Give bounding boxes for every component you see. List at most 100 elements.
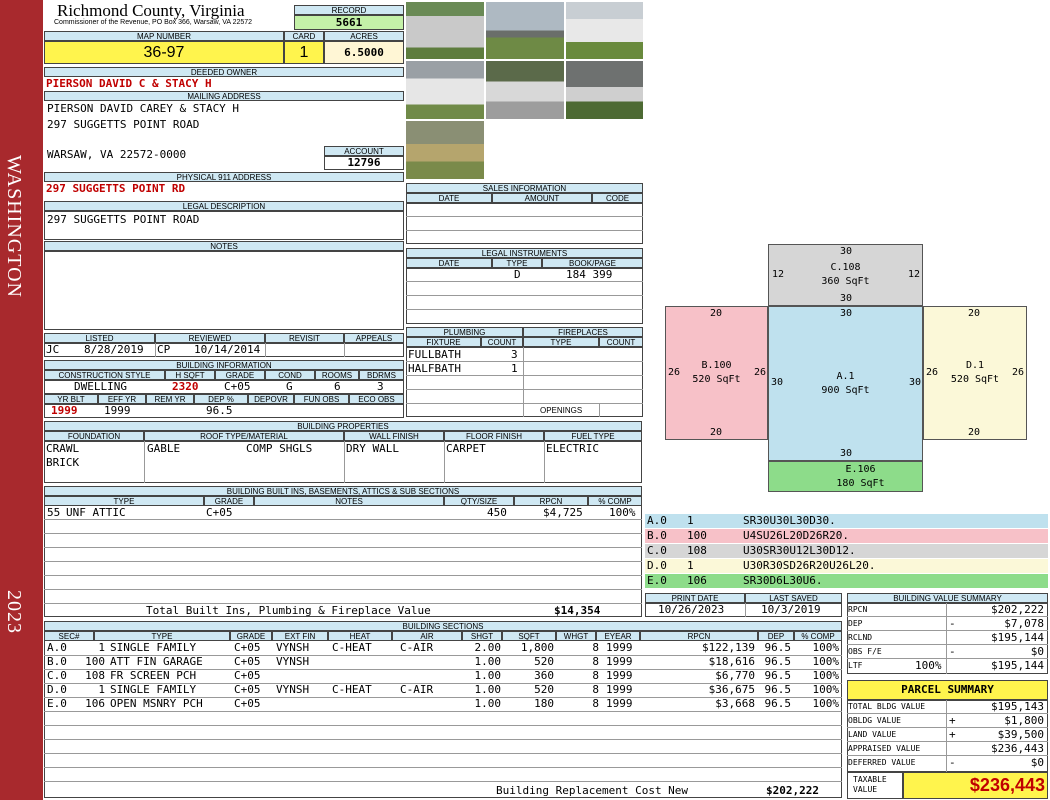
taxable-label-2: VALUE [853,785,878,794]
vector-code: 106 [687,574,707,587]
fp-type-col: TYPE [523,337,599,347]
section-heat: C-HEAT [332,641,372,654]
property-photo-4 [405,60,485,120]
sketch-e-name: E.106 [845,463,876,475]
mailing-line1: PIERSON DAVID CAREY & STACY H [47,102,240,115]
property-photo-1 [405,1,485,60]
openings-label: OPENINGS [540,406,583,415]
bi-notes-col: NOTES [254,496,444,506]
replacement-cost: $202,222 [766,784,819,797]
mailing-line3: WARSAW, VA 22572-0000 [47,148,187,161]
section-comp: 100% [812,697,840,710]
plumbing-header: PLUMBING [406,327,523,337]
value-summary-header: BUILDING VALUE SUMMARY [847,593,1048,603]
vector-string: U30SR30U12L30D12. [743,544,856,557]
plumb-count-1: 3 [511,348,518,361]
vector-row: C.0 108 U30SR30U12L30D12. [645,544,1048,558]
section-rpcn: $36,675 [708,683,755,696]
district-label: WASHINGTON [3,155,25,298]
remyr-col: REM YR [146,394,194,404]
foundation-1: CRAWL [46,442,80,455]
taxable-value: $236,443 [903,772,1048,799]
vector-row: D.0 1 U30R30SD26R20U26L20. [645,559,1048,573]
vector-section: C.0 [647,544,667,557]
reviewed-header: REVIEWED [155,333,265,343]
section-dep: 96.5 [764,641,792,654]
depovr-col: DEPOVR [248,394,294,404]
properties-header: BUILDING PROPERTIES [44,421,642,431]
vs-dep-row: DEP - $7,078 [847,617,1048,631]
section-rpcn: $18,616 [708,655,755,668]
dim-b-right: 26 [754,367,767,378]
roof-type: GABLE [147,442,181,455]
section-col-header: SQFT [502,631,556,641]
property-photo-7 [405,120,485,180]
section-dep: 96.5 [764,697,792,710]
foundation-col: FOUNDATION [44,431,144,441]
section-sec: B.0 [47,655,67,668]
listed-by: JC [46,343,60,356]
plumb-count-col: COUNT [481,337,523,347]
section-shgt: 1.00 [474,655,502,668]
reviewed-by: CP [157,343,171,356]
yrblt-value: 1999 [51,404,78,417]
instr-book: 184 399 [566,268,613,281]
acres-header: ACRES [324,31,404,41]
vector-string: U30R30SD26R20U26L20. [743,559,876,572]
style-col: CONSTRUCTION STYLE [44,370,165,380]
vector-code: 100 [687,529,707,542]
section-ext: VYNSH [276,641,310,654]
construction-style: DWELLING [74,380,127,393]
bi-grade: C+05 [206,506,233,519]
rooms-col: ROOMS [315,370,359,380]
sketch-b-area: 520 SqFt [692,374,741,385]
section-sec: C.0 [47,669,67,682]
acres-value: 6.5000 [324,41,404,64]
map-number: 36-97 [44,41,284,64]
section-whgt: 8 [592,641,599,654]
vector-row: A.0 1 SR30U30L30D30. [645,514,1048,528]
sketch-c-area: 360 SqFt [821,276,870,287]
vector-section: A.0 [647,514,667,527]
physical-header: PHYSICAL 911 ADDRESS [44,172,404,182]
sales-date-col: DATE [406,193,492,203]
bi-code: 55 [47,506,61,519]
taxable-label-box: TAXABLE VALUE [847,772,903,799]
sections-header: BUILDING SECTIONS [44,621,842,631]
sales-header: SALES INFORMATION [406,183,643,193]
section-shgt: 2.00 [474,641,502,654]
floor-col: FLOOR FINISH [444,431,544,441]
section-eyear: 1999 [606,697,633,710]
wall-col: WALL FINISH [344,431,444,441]
parcel-appraised-row: APPRAISED VALUE $236,443 [847,742,1048,756]
parcel-summary-header: PARCEL SUMMARY [847,680,1048,700]
section-heat: C-HEAT [332,683,372,696]
dim-d-right: 26 [1012,367,1025,378]
wall-finish: DRY WALL [346,442,399,455]
section-sqft: 180 [534,697,554,710]
section-comp: 100% [812,655,840,668]
property-photo-6 [565,60,644,120]
vector-row: E.0 106 SR30D6L30U6. [645,574,1048,588]
listed-header: LISTED [44,333,155,343]
dim-d-left: 26 [926,367,939,378]
section-grade: C+05 [234,697,261,710]
sketch-e-area: 180 SqFt [836,477,885,489]
section-eyear: 1999 [606,669,633,682]
vector-string: SR30D6L30U6. [743,574,823,587]
section-sqft: 520 [534,655,554,668]
property-photo-3 [565,1,644,60]
fp-count-col: COUNT [599,337,643,347]
section-sqft: 1,800 [520,641,554,654]
dep-col: DEP % [194,394,248,404]
sketch-d-area: 520 SqFt [950,374,1000,385]
physical-address: 297 SUGGETTS POINT RD [46,182,186,195]
owner-name: PIERSON DAVID C & STACY H [46,77,212,90]
vs-rclnd-row: RCLND $195,144 [847,631,1048,645]
fireplaces-header: FIREPLACES [523,327,643,337]
property-photo-2 [485,1,565,60]
section-sqft: 360 [534,669,554,682]
rooms-value: 6 [334,380,341,393]
vs-rpcn-row: RPCN $202,222 [847,603,1048,617]
parcel-deferred-row: DEFERRED VALUE - $0 [848,756,1044,769]
